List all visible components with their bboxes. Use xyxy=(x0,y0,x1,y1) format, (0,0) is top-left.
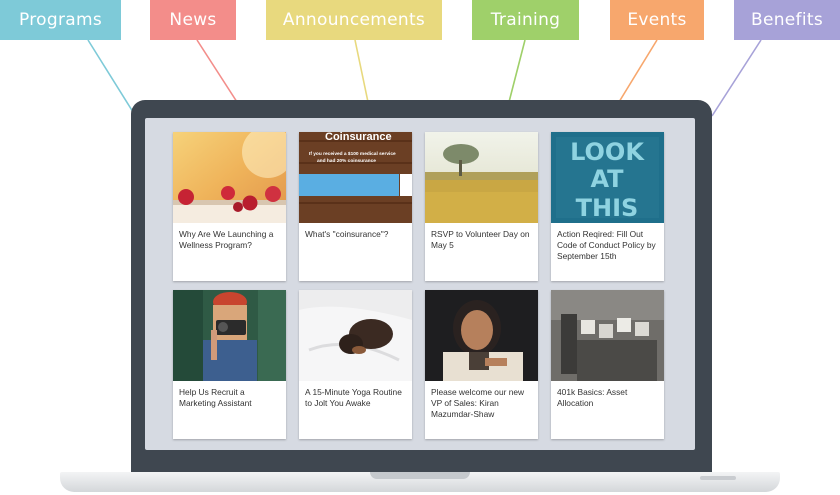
portrait-image xyxy=(425,290,538,381)
programs-connector xyxy=(87,39,134,113)
tag-label: Training xyxy=(490,10,561,30)
tag-label: News xyxy=(169,10,217,30)
category-tag-news[interactable]: News xyxy=(150,0,236,40)
post-card[interactable]: 401k Basics: Asset Allocation xyxy=(551,290,664,439)
card-title: A 15-Minute Yoga Routine to Jolt You Awa… xyxy=(305,387,402,408)
announcements-connector xyxy=(354,39,369,103)
svg-text:If you received a $100 medical: If you received a $100 medical service xyxy=(309,151,396,157)
card-title: Why Are We Launching a Wellness Program? xyxy=(179,229,274,250)
card-title: Please welcome our new VP of Sales: Kira… xyxy=(431,387,525,419)
photographer-image xyxy=(173,290,286,381)
category-tag-benefits[interactable]: Benefits xyxy=(734,0,840,40)
post-card[interactable]: A 15-Minute Yoga Routine to Jolt You Awa… xyxy=(299,290,412,439)
tag-label: Programs xyxy=(19,10,102,30)
look-at-this-image: LOOK AT THIS xyxy=(551,132,664,223)
svg-text:AT: AT xyxy=(590,165,624,193)
laptop-notch xyxy=(370,472,470,479)
card-title: RSVP to Volunteer Day on May 5 xyxy=(431,229,530,250)
card-title: Action Reqired: Fill Out Code of Conduct… xyxy=(557,229,656,261)
category-tag-programs[interactable]: Programs xyxy=(0,0,121,40)
post-card[interactable]: LOOK AT THIS Action Reqired: Fill Out Co… xyxy=(551,132,664,281)
tag-label: Benefits xyxy=(751,10,823,30)
puppy-image xyxy=(299,290,412,381)
news-connector xyxy=(196,39,238,103)
tag-label: Announcements xyxy=(282,10,426,30)
coinsurance-heading: Coinsurance xyxy=(325,132,392,143)
post-card[interactable]: Why Are We Launching a Wellness Program? xyxy=(173,132,286,281)
card-title: What's "coinsurance"? xyxy=(305,229,389,239)
svg-text:THIS: THIS xyxy=(576,194,639,222)
card-title: 401k Basics: Asset Allocation xyxy=(557,387,628,408)
svg-text:LOOK: LOOK xyxy=(570,138,645,166)
vintage-image xyxy=(551,290,664,381)
svg-text:and had 20% coinsurance: and had 20% coinsurance xyxy=(317,158,376,164)
raspberries-image xyxy=(173,132,286,223)
training-connector xyxy=(508,39,526,103)
category-tag-events[interactable]: Events xyxy=(610,0,704,40)
post-card[interactable]: Please welcome our new VP of Sales: Kira… xyxy=(425,290,538,439)
category-tag-announcements[interactable]: Announcements xyxy=(266,0,442,40)
post-card[interactable]: RSVP to Volunteer Day on May 5 xyxy=(425,132,538,281)
tag-label: Events xyxy=(627,10,687,30)
laptop-foot xyxy=(700,476,736,480)
tree-field-image xyxy=(425,132,538,223)
category-tag-training[interactable]: Training xyxy=(472,0,579,40)
card-title: Help Us Recruit a Marketing Assistant xyxy=(179,387,252,408)
benefits-connector xyxy=(711,39,762,117)
coinsurance-image: Coinsurance If you received a $100 medic… xyxy=(299,132,412,223)
post-card[interactable]: Coinsurance If you received a $100 medic… xyxy=(299,132,412,281)
events-connector xyxy=(618,39,658,103)
post-card[interactable]: Help Us Recruit a Marketing Assistant xyxy=(173,290,286,439)
